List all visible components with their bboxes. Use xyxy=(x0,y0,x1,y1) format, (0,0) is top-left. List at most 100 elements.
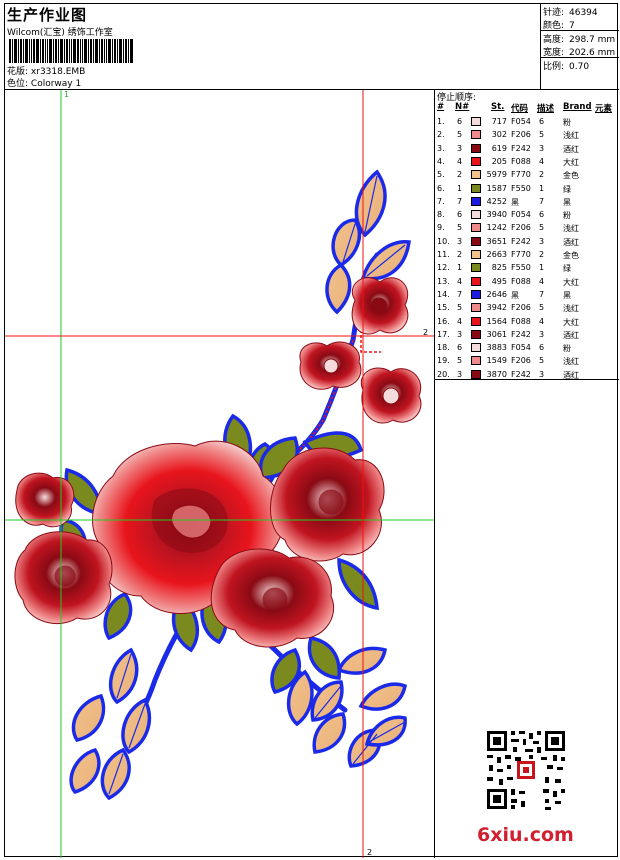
color-swatch xyxy=(471,170,481,180)
brand-name: 金色 xyxy=(563,171,579,181)
table-row: 13. 4 495 F088 4 大红 xyxy=(435,276,619,289)
table-row: 5. 2 5979 F770 2 金色 xyxy=(435,169,619,182)
company-name: Wilcom(汇宝) 绣饰工作室 xyxy=(7,28,113,38)
color-swatch xyxy=(471,117,481,126)
row-index: 3. xyxy=(437,143,445,153)
color-swatch xyxy=(471,369,481,379)
thread-desc: 1 xyxy=(539,183,545,193)
colorway-value: Colorway 1 xyxy=(30,79,82,89)
needle-number: 5 xyxy=(457,303,463,313)
brand-name: 浅红 xyxy=(563,131,579,141)
needle-number: 5 xyxy=(457,130,463,140)
needle-number: 6 xyxy=(457,117,463,126)
rose-right xyxy=(270,447,385,562)
thread-desc: 4 xyxy=(539,156,545,166)
brand-name: 大红 xyxy=(563,157,579,167)
rose-left-bottom xyxy=(14,531,113,625)
needle-number: 1 xyxy=(457,183,463,193)
table-row: 19. 5 1549 F206 5 浅红 xyxy=(435,355,619,368)
color-swatch xyxy=(471,303,481,313)
stitch-count: 1587 xyxy=(486,183,507,193)
thread-desc: 5 xyxy=(539,130,545,140)
thread-code: F206 xyxy=(511,130,531,140)
rose-small-right xyxy=(360,367,422,424)
header-panel: 生产作业图 Wilcom(汇宝) 绣饰工作室 花版: xr3318.EMB 色位… xyxy=(5,4,541,90)
guide-label-1: 1 xyxy=(64,90,70,99)
needle-number: 5 xyxy=(457,223,463,233)
stitch-count: 825 xyxy=(491,263,507,273)
thread-desc: 3 xyxy=(539,236,545,246)
brand-name: 黑 xyxy=(563,290,571,300)
color-swatch xyxy=(471,276,481,286)
rose-left-top xyxy=(15,472,75,528)
watermark: 6xiu.com xyxy=(477,824,574,846)
stitch-count: 2646 xyxy=(486,289,507,299)
table-row: 17. 3 3061 F242 3 酒红 xyxy=(435,329,619,342)
row-index: 7. xyxy=(437,196,445,206)
thread-code: 黑 xyxy=(511,197,519,207)
thread-code: F054 xyxy=(511,117,531,126)
stitch-count: 3651 xyxy=(486,236,507,246)
thread-code: F242 xyxy=(511,143,531,153)
colorway: 色位: Colorway 1 xyxy=(7,76,81,89)
brand-name: 浅红 xyxy=(563,357,579,367)
color-swatch xyxy=(471,130,481,140)
stitch-count: 3940 xyxy=(486,210,507,220)
thread-desc: 5 xyxy=(539,303,545,313)
thread-desc: 6 xyxy=(539,343,545,353)
needle-number: 2 xyxy=(457,250,463,259)
col-st: St. xyxy=(491,102,505,112)
row-index: 12. xyxy=(437,263,450,273)
stat-scale: 比例: 0.70 xyxy=(543,62,590,72)
stitch-count: 3870 xyxy=(486,369,507,379)
thread-code: F206 xyxy=(511,223,531,233)
brand-name: 黑 xyxy=(563,197,571,207)
brand-name: 浅红 xyxy=(563,304,579,314)
row-index: 2. xyxy=(437,130,445,140)
needle-number: 3 xyxy=(457,369,463,379)
brand-name: 大红 xyxy=(563,277,579,287)
col-desc: 描述 xyxy=(537,104,555,114)
stitch-count: 2663 xyxy=(486,250,507,259)
thread-desc: 2 xyxy=(539,250,545,259)
table-row: 18. 6 3883 F054 6 粉 xyxy=(435,342,619,355)
table-row: 10. 3 3651 F242 3 酒红 xyxy=(435,236,619,249)
needle-number: 5 xyxy=(457,356,463,366)
row-index: 8. xyxy=(437,210,445,220)
needle-number: 3 xyxy=(457,143,463,153)
table-row: 4. 4 205 F088 4 大红 xyxy=(435,156,619,169)
table-header: # N# St. 代码 描述 Brand 元素 xyxy=(435,102,619,114)
stitch-count: 619 xyxy=(491,143,507,153)
color-swatch xyxy=(471,196,481,206)
thread-code: F054 xyxy=(511,343,531,353)
thread-code: F088 xyxy=(511,316,531,326)
stop-sequence-table: 停止顺序: # N# St. 代码 描述 Brand 元素 1. 6 717 F054… xyxy=(435,90,619,380)
row-index: 15. xyxy=(437,303,450,313)
worksheet: 生产作业图 Wilcom(汇宝) 绣饰工作室 花版: xr3318.EMB 色位… xyxy=(4,3,619,858)
thread-code: F242 xyxy=(511,369,531,379)
needle-number: 7 xyxy=(457,196,463,206)
table-row: 8. 6 3940 F054 6 粉 xyxy=(435,209,619,222)
design-canvas: 1 2 2 xyxy=(5,90,435,858)
thread-code: F770 xyxy=(511,250,531,259)
col-brand: Brand xyxy=(563,102,592,112)
brand-name: 绿 xyxy=(563,264,571,274)
row-index: 4. xyxy=(437,156,445,166)
row-index: 18. xyxy=(437,343,450,353)
row-index: 6. xyxy=(437,183,445,193)
col-n: N# xyxy=(455,102,470,112)
color-swatch xyxy=(471,316,481,326)
needle-number: 4 xyxy=(457,156,463,166)
brand-name: 金色 xyxy=(563,251,579,260)
brand-name: 大红 xyxy=(563,317,579,327)
page-title: 生产作业图 xyxy=(7,6,88,24)
rose-bottom xyxy=(210,548,335,648)
row-index: 19. xyxy=(437,356,450,366)
table-row: 14. 7 2646 黑 7 黑 xyxy=(435,289,619,302)
barcode xyxy=(9,39,133,63)
embroidery-artwork xyxy=(5,90,434,858)
brand-name: 绿 xyxy=(563,184,571,194)
thread-desc: 7 xyxy=(539,289,545,299)
row-index: 10. xyxy=(437,236,450,246)
brand-name: 粉 xyxy=(563,211,571,221)
